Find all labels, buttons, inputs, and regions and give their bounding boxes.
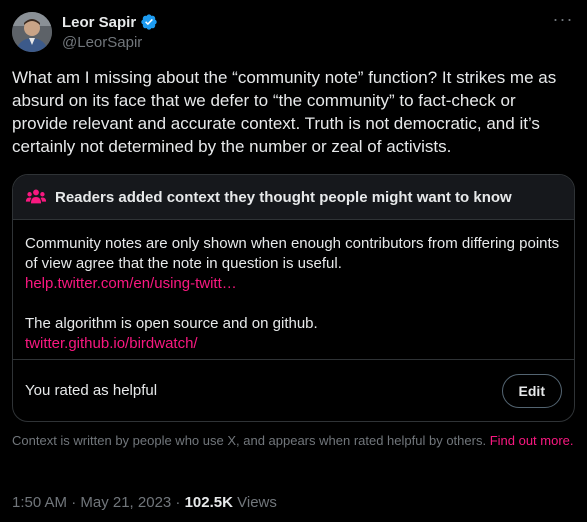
rated-status: You rated as helpful [25,382,158,399]
author-display-name[interactable]: Leor Sapir [62,14,136,31]
author-handle[interactable]: @LeorSapir [62,34,158,51]
verified-badge-icon [141,14,157,30]
community-note: Readers added context they thought peopl… [12,174,575,422]
more-horizontal-icon[interactable]: ··· [551,10,575,32]
edit-rating-button[interactable]: Edit [501,373,562,408]
note-paragraph-1: Community notes are only shown when enou… [25,235,560,272]
tweet-meta: 1:50 AM · May 21, 2023 · 102.5K Views [12,494,277,511]
rating-row: You rated as helpful Edit [13,359,574,421]
note-disclaimer: Context is written by people who use X, … [12,432,575,449]
note-link-github[interactable]: twitter.github.io/birdwatch/ [25,334,562,354]
views-count: 102.5K [184,494,233,511]
user-avatar-icon [12,12,52,52]
tweet-timestamp[interactable]: 1:50 AM · May 21, 2023 · [12,494,185,511]
note-paragraph-2: The algorithm is open source and on gith… [25,315,318,332]
note-link-help[interactable]: help.twitter.com/en/using-twitt… [25,274,562,294]
find-out-more-link[interactable]: Find out more. [490,433,574,448]
disclaimer-text: Context is written by people who use X, … [12,433,490,448]
community-note-title: Readers added context they thought peopl… [55,188,512,206]
avatar[interactable] [12,12,52,52]
people-icon [25,189,47,204]
views-label: Views [232,494,277,511]
community-note-body: Community notes are only shown when enou… [13,220,574,354]
tweet-text: What am I missing about the “community n… [12,68,557,156]
community-note-header: Readers added context they thought peopl… [13,175,574,220]
tweet-header: Leor Sapir @LeorSapir ··· [12,10,575,56]
